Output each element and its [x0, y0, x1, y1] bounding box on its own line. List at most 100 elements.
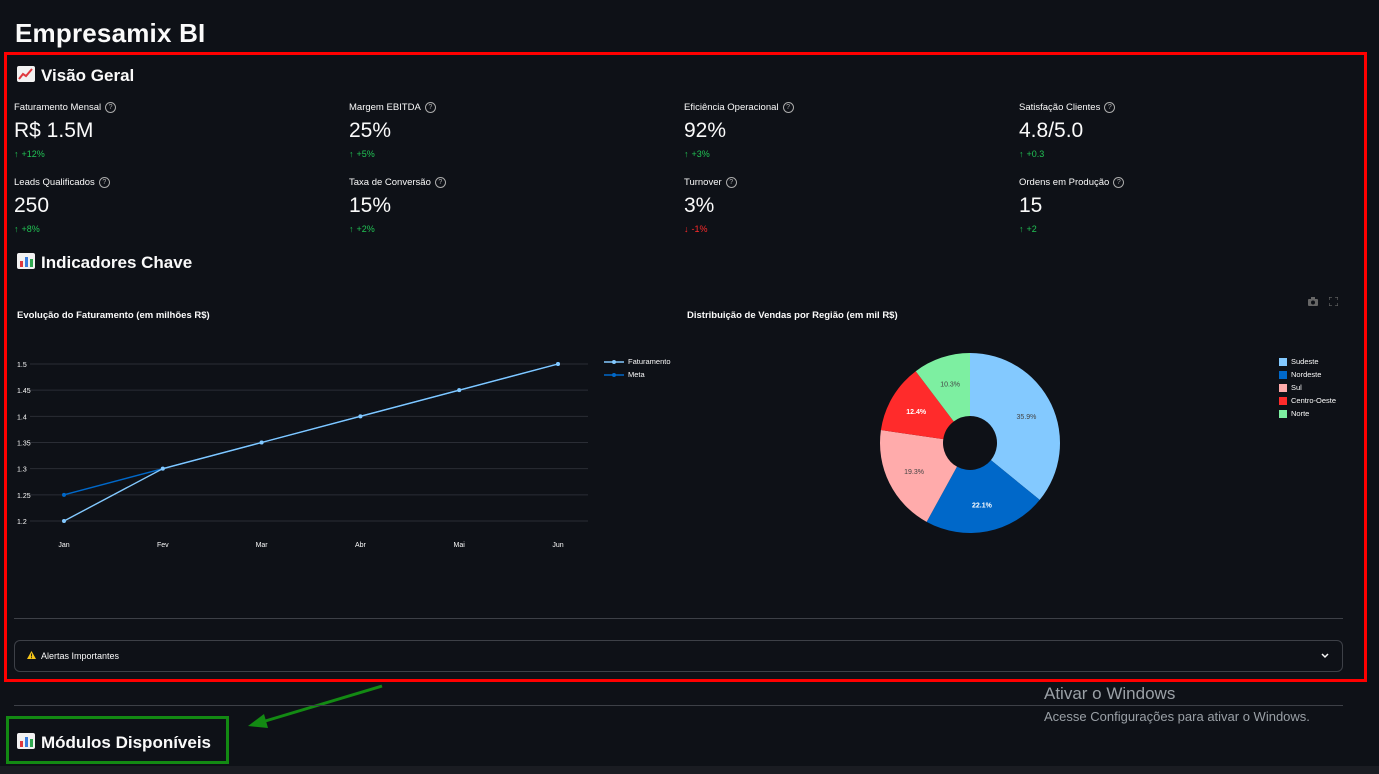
app-title: Empresamix BI — [15, 18, 206, 48]
legend-item-sul[interactable]: Sul — [1279, 383, 1336, 392]
legend-label: Centro-Oeste — [1291, 396, 1337, 405]
metric-value: 25% — [349, 119, 392, 142]
metric-delta: ↑ +2 — [1019, 224, 1319, 234]
metric-value: R$ 1.5M — [14, 119, 94, 142]
data-point[interactable] — [160, 466, 165, 471]
help-icon[interactable]: ? — [782, 102, 794, 113]
y-tick-label: 1.25 — [17, 493, 31, 500]
arrow-up-icon: ↑ — [349, 224, 354, 234]
annotation-arrow — [248, 684, 383, 728]
indicators-section-title: Indicadores Chave — [17, 253, 192, 273]
bar-chart-icon — [17, 253, 35, 273]
metric-delta: ↑ +5% — [349, 149, 649, 159]
modules-title: Módulos Disponíveis — [41, 733, 212, 752]
metric-card: Faturamento Mensal? R$ 1.5M ↑ +12% — [14, 102, 314, 159]
legend-item-meta[interactable]: Meta — [604, 370, 671, 379]
legend-item-norte[interactable]: Norte — [1279, 409, 1336, 418]
metric-card: Taxa de Conversão? 15% ↑ +2% — [349, 177, 649, 234]
overview-title: Visão Geral — [41, 66, 135, 85]
metric-label: Taxa de Conversão? — [349, 177, 649, 188]
metric-value: 15 — [1019, 194, 1043, 217]
arrow-up-icon: ↑ — [14, 224, 19, 234]
metric-delta-text: +12% — [21, 149, 45, 159]
help-icon[interactable]: ? — [98, 177, 110, 188]
y-tick-label: 1.45 — [17, 388, 31, 395]
modules-divider — [14, 705, 1343, 706]
arrow-up-icon: ↑ — [684, 149, 689, 159]
legend-swatch — [1279, 409, 1287, 418]
modules-section-title: Módulos Disponíveis — [17, 733, 211, 753]
metric-label-text: Margem EBITDA — [349, 102, 421, 113]
warning-icon — [27, 651, 36, 661]
arrow-up-icon: ↑ — [1019, 224, 1024, 234]
chart-toolbar — [1308, 293, 1339, 311]
metric-card: Margem EBITDA? 25% ↑ +5% — [349, 102, 649, 159]
metric-label: Satisfação Clientes? — [1019, 102, 1319, 113]
data-point[interactable] — [62, 519, 66, 523]
metric-delta: ↑ +0.3 — [1019, 149, 1319, 159]
legend-label: Sudeste — [1291, 357, 1319, 366]
help-icon[interactable]: ? — [1113, 177, 1125, 188]
legend-item-sudeste[interactable]: Sudeste — [1279, 357, 1336, 366]
data-point[interactable] — [457, 388, 462, 393]
legend-item-nordeste[interactable]: Nordeste — [1279, 370, 1336, 379]
help-icon[interactable]: ? — [725, 177, 737, 188]
metric-label: Turnover? — [684, 177, 984, 188]
metric-delta: ↓ -1% — [684, 224, 984, 234]
metric-card: Satisfação Clientes? 4.8/5.0 ↑ +0.3 — [1019, 102, 1319, 159]
x-tick-label: Abr — [355, 542, 367, 549]
metric-delta-text: +2 — [1026, 224, 1037, 234]
help-icon[interactable]: ? — [424, 102, 436, 113]
windows-activation-title: Ativar o Windows — [1044, 684, 1176, 703]
legend-item-faturamento[interactable]: Faturamento — [604, 357, 671, 366]
data-point[interactable] — [62, 492, 66, 497]
chart-increasing-icon — [17, 66, 35, 86]
metric-delta-text: +5% — [356, 149, 375, 159]
help-icon[interactable]: ? — [105, 102, 117, 113]
x-tick-label: Jun — [552, 542, 563, 549]
metric-label: Faturamento Mensal? — [14, 102, 314, 113]
line-chart-title: Evolução do Faturamento (em milhões R$) — [17, 310, 210, 321]
camera-icon[interactable] — [1308, 297, 1321, 309]
help-icon[interactable]: ? — [1104, 102, 1116, 113]
metric-label-text: Turnover — [684, 177, 722, 188]
help-icon[interactable]: ? — [434, 177, 446, 188]
metric-delta: ↑ +3% — [684, 149, 984, 159]
metric-label-text: Faturamento Mensal — [14, 102, 102, 113]
metric-label-text: Satisfação Clientes — [1019, 102, 1101, 113]
metric-label: Margem EBITDA? — [349, 102, 649, 113]
sales-region-donut-chart: 35.9% 22.1% 19.3% 12.4% 10.3% — [880, 353, 1060, 533]
legend-swatch — [1279, 396, 1287, 405]
x-tick-label: Fev — [157, 542, 169, 549]
chevron-down-icon — [1320, 651, 1330, 661]
metric-value: 4.8/5.0 — [1019, 119, 1084, 142]
data-point[interactable] — [358, 414, 363, 419]
alerts-expander[interactable]: Alertas Importantes — [14, 640, 1343, 672]
y-tick-label: 1.3 — [17, 467, 27, 474]
taskbar-strip — [0, 766, 1379, 774]
legend-label: Sul — [1291, 383, 1302, 392]
metric-label: Ordens em Produção? — [1019, 177, 1319, 188]
alerts-label: Alertas Importantes — [41, 651, 120, 661]
windows-activation-subtitle: Acesse Configurações para ativar o Windo… — [1044, 709, 1310, 724]
arrow-up-icon: ↑ — [14, 149, 19, 159]
indicators-title: Indicadores Chave — [41, 253, 193, 272]
line-chart-legend: Faturamento Meta — [604, 357, 671, 383]
x-tick-label: Mar — [256, 542, 269, 549]
data-point[interactable] — [556, 362, 560, 366]
metric-value: 15% — [349, 194, 392, 217]
fullscreen-icon[interactable] — [1328, 296, 1339, 309]
y-tick-label: 1.35 — [17, 441, 31, 448]
overview-section-title: Visão Geral — [17, 66, 134, 86]
metric-label: Leads Qualificados? — [14, 177, 314, 188]
metric-delta-text: +8% — [21, 224, 40, 234]
legend-label: Nordeste — [1291, 370, 1322, 379]
x-tick-label: Jan — [58, 542, 69, 549]
metric-label-text: Eficiência Operacional — [684, 102, 779, 113]
data-point[interactable] — [259, 440, 264, 445]
legend-swatch — [1279, 370, 1287, 379]
legend-item-centro-oeste[interactable]: Centro-Oeste — [1279, 396, 1336, 405]
metric-value: 250 — [14, 194, 50, 217]
metric-value: 92% — [684, 119, 727, 142]
metric-delta-text: +2% — [356, 224, 375, 234]
